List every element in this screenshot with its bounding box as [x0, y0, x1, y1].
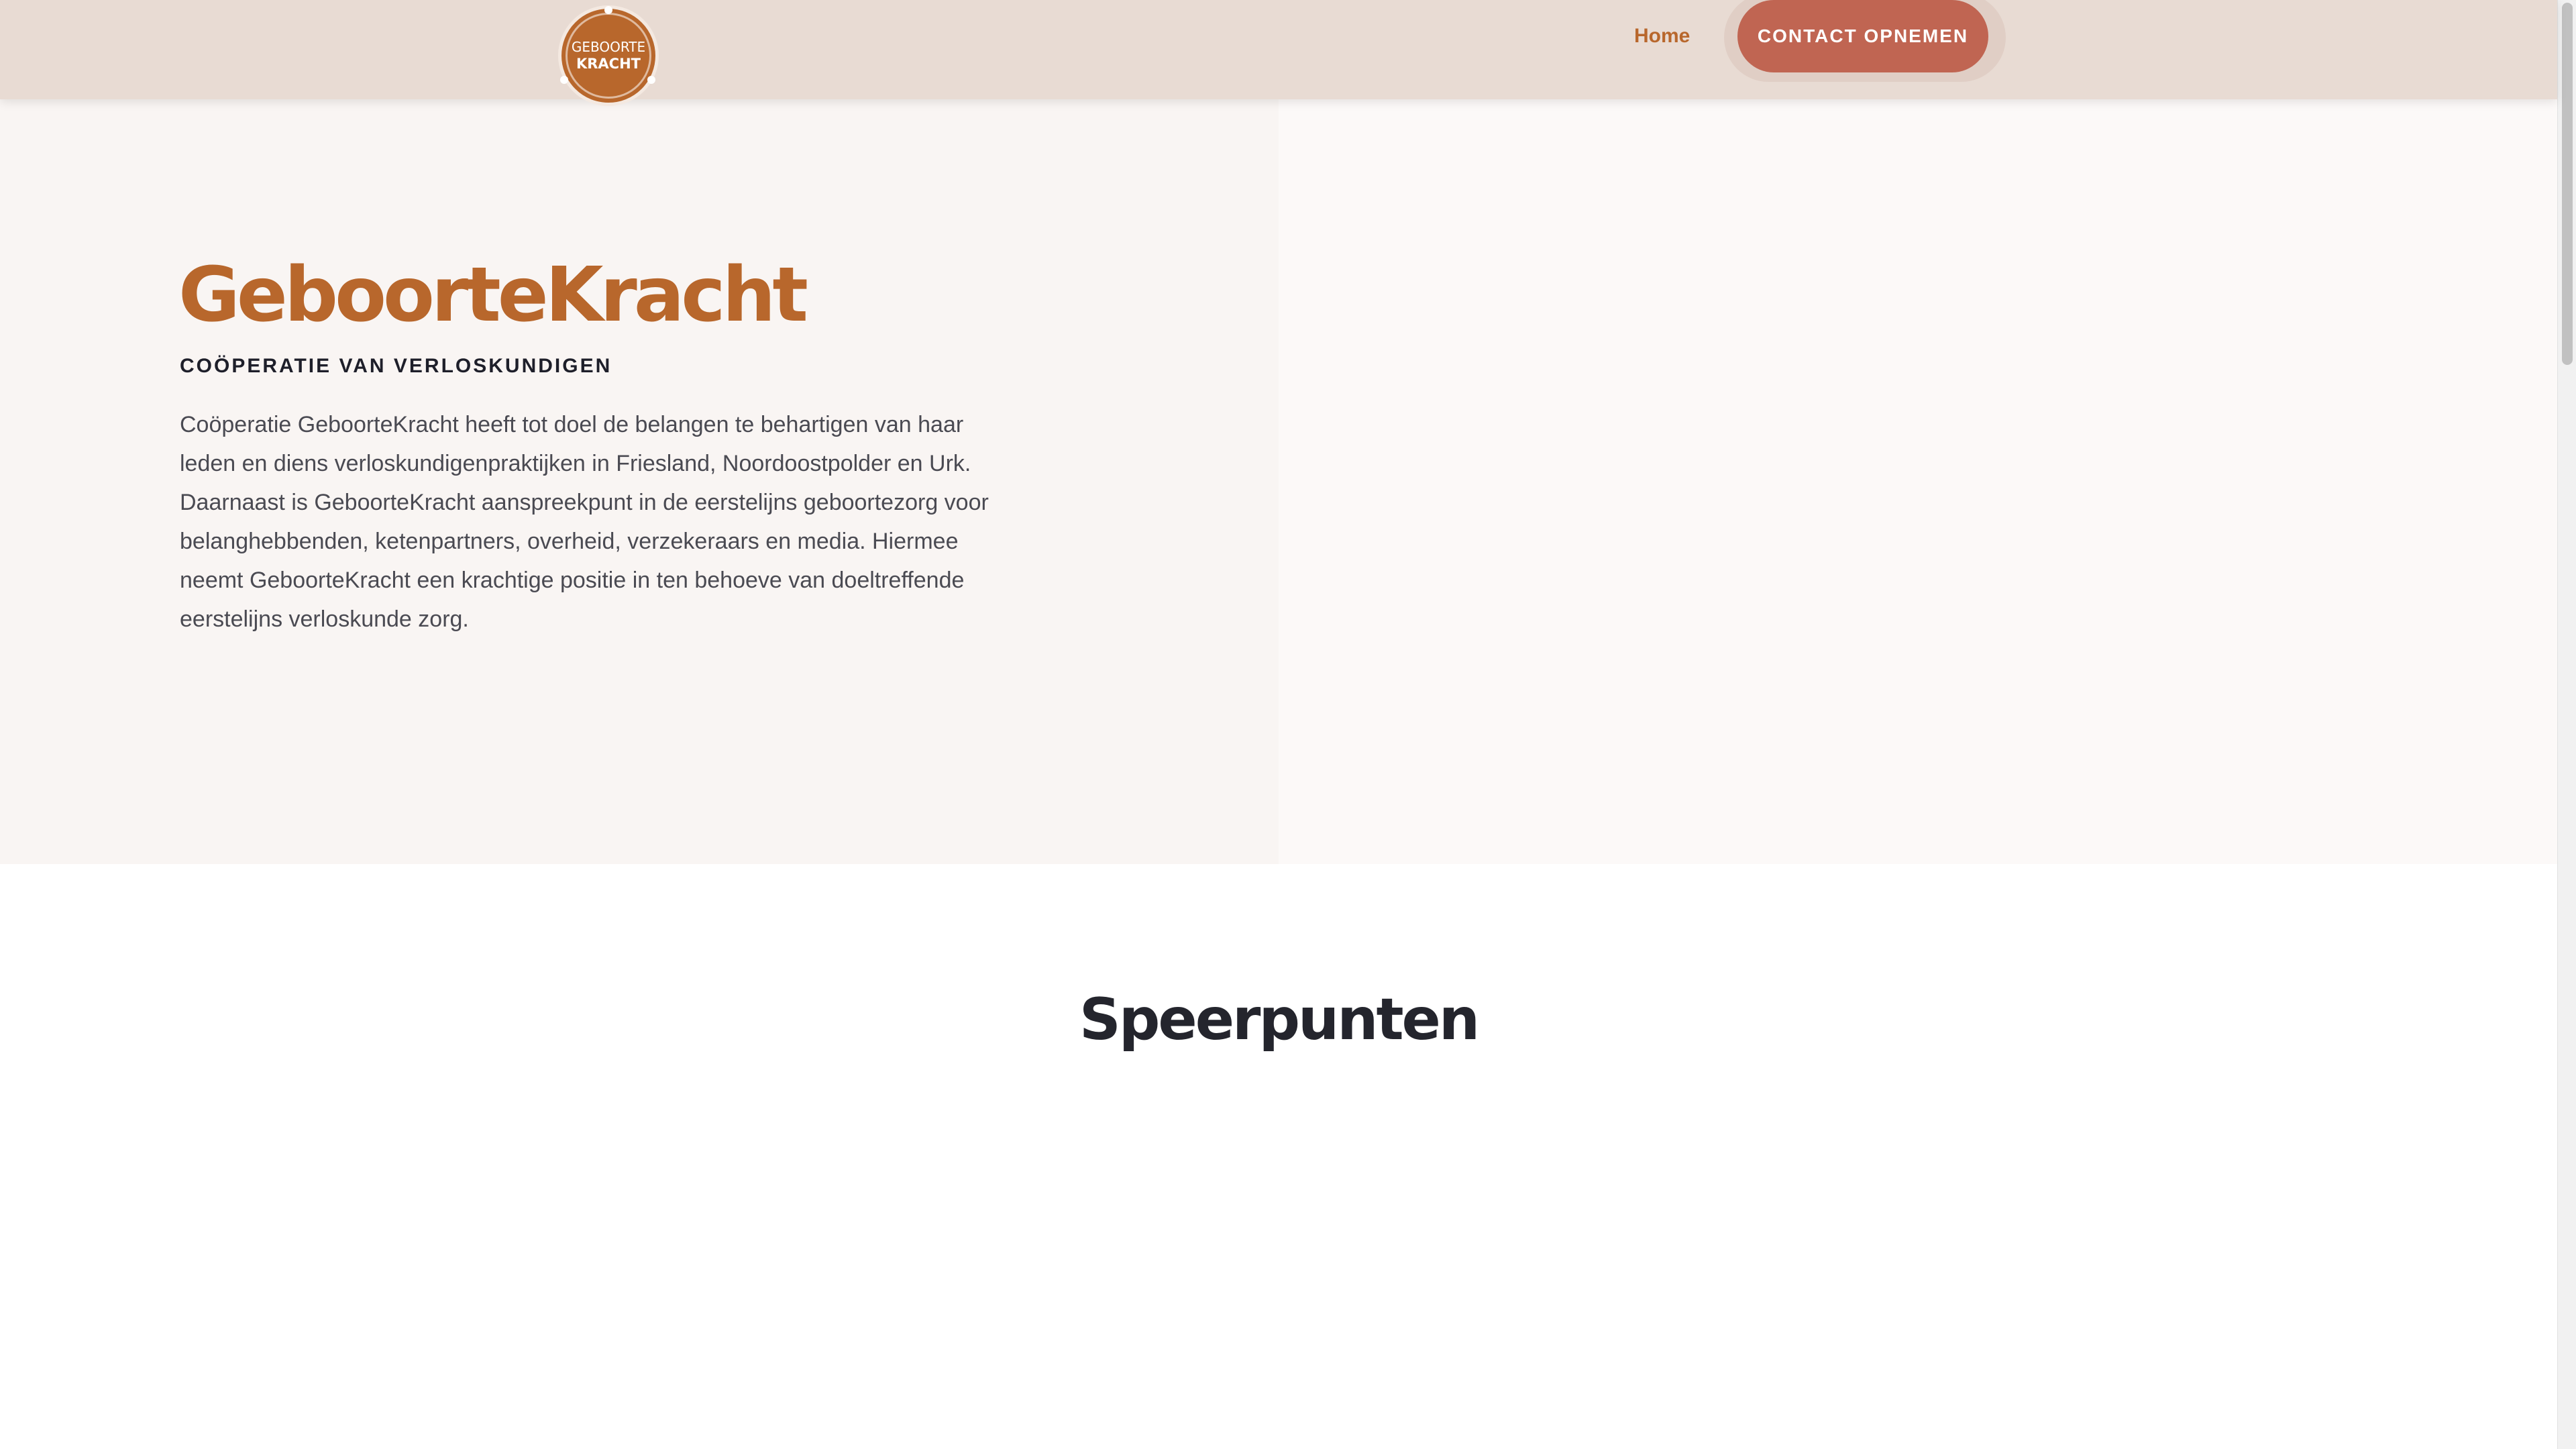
scrollbar-thumb[interactable] — [2562, 3, 2573, 365]
site-logo[interactable]: GEBOORTE KRACHT — [558, 5, 659, 106]
contact-button[interactable]: CONTACT OPNEMEN — [1737, 0, 1988, 72]
page: Home CONTACT OPNEMEN GEBOORTE KRACHT Geb… — [0, 0, 2576, 1449]
logo-dot — [560, 76, 568, 84]
hero-image-panel — [1279, 99, 2557, 864]
site-header: Home CONTACT OPNEMEN — [0, 0, 2557, 99]
hero-title: GeboorteKracht — [178, 252, 808, 339]
vertical-scrollbar[interactable] — [2557, 0, 2576, 1449]
hero-description: Coöperatie GeboorteKracht heeft tot doel… — [180, 412, 989, 632]
logo-dot — [647, 76, 655, 84]
logo-ring — [566, 13, 651, 99]
nav-home-link[interactable]: Home — [1634, 20, 1690, 52]
logo-dot — [604, 6, 612, 14]
hero-subtitle: COÖPERATIE VAN VERLOSKUNDIGEN — [180, 355, 612, 377]
section-title: Speerpunten — [1079, 986, 1480, 1053]
